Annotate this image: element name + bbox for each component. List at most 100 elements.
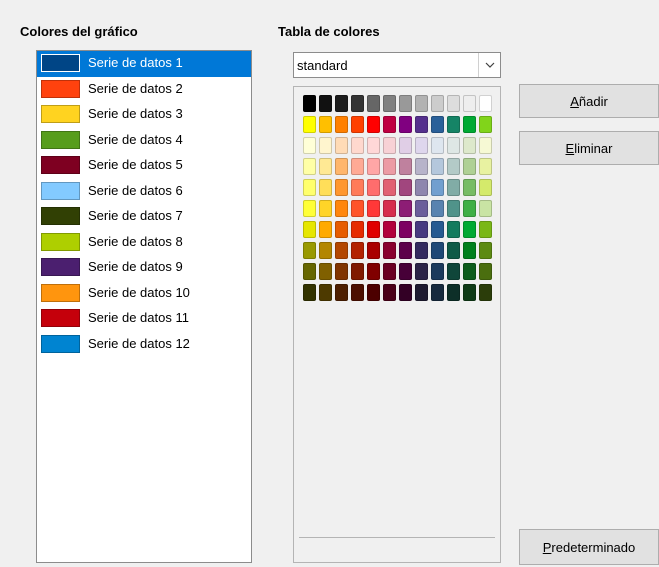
palette-color-cell[interactable]	[351, 137, 364, 154]
palette-color-cell[interactable]	[351, 284, 364, 301]
palette-color-cell[interactable]	[303, 179, 316, 196]
palette-color-cell[interactable]	[399, 242, 412, 259]
palette-color-cell[interactable]	[479, 221, 492, 238]
palette-color-cell[interactable]	[447, 221, 460, 238]
add-button[interactable]: Añadir	[519, 84, 659, 118]
palette-color-cell[interactable]	[367, 95, 380, 112]
palette-color-cell[interactable]	[319, 242, 332, 259]
palette-color-cell[interactable]	[447, 95, 460, 112]
palette-color-cell[interactable]	[335, 116, 348, 133]
palette-color-cell[interactable]	[415, 284, 428, 301]
palette-color-cell[interactable]	[367, 242, 380, 259]
series-list-item[interactable]: Serie de datos 1	[37, 51, 251, 77]
palette-color-cell[interactable]	[335, 95, 348, 112]
series-list-item[interactable]: Serie de datos 12	[37, 332, 251, 358]
palette-color-cell[interactable]	[399, 179, 412, 196]
palette-color-cell[interactable]	[383, 242, 396, 259]
palette-color-cell[interactable]	[367, 221, 380, 238]
palette-color-cell[interactable]	[319, 179, 332, 196]
palette-color-cell[interactable]	[399, 116, 412, 133]
palette-color-cell[interactable]	[415, 116, 428, 133]
palette-color-cell[interactable]	[351, 200, 364, 217]
palette-color-cell[interactable]	[431, 200, 444, 217]
palette-color-cell[interactable]	[351, 221, 364, 238]
palette-color-cell[interactable]	[335, 242, 348, 259]
palette-color-cell[interactable]	[447, 242, 460, 259]
palette-color-cell[interactable]	[463, 137, 476, 154]
palette-color-cell[interactable]	[319, 137, 332, 154]
palette-color-cell[interactable]	[319, 221, 332, 238]
palette-color-cell[interactable]	[463, 200, 476, 217]
palette-color-cell[interactable]	[415, 158, 428, 175]
series-list-item[interactable]: Serie de datos 7	[37, 204, 251, 230]
series-list-item[interactable]: Serie de datos 2	[37, 77, 251, 103]
palette-color-cell[interactable]	[383, 137, 396, 154]
default-button[interactable]: Predeterminado	[519, 529, 659, 565]
palette-color-cell[interactable]	[351, 95, 364, 112]
palette-color-cell[interactable]	[399, 200, 412, 217]
palette-color-cell[interactable]	[351, 263, 364, 280]
palette-color-cell[interactable]	[303, 284, 316, 301]
palette-color-cell[interactable]	[303, 200, 316, 217]
palette-color-cell[interactable]	[383, 284, 396, 301]
series-list-item[interactable]: Serie de datos 8	[37, 230, 251, 256]
palette-color-cell[interactable]	[479, 263, 492, 280]
palette-color-cell[interactable]	[335, 263, 348, 280]
palette-color-cell[interactable]	[415, 242, 428, 259]
palette-color-cell[interactable]	[383, 200, 396, 217]
palette-color-cell[interactable]	[351, 116, 364, 133]
series-list-item[interactable]: Serie de datos 3	[37, 102, 251, 128]
palette-color-cell[interactable]	[479, 200, 492, 217]
palette-color-cell[interactable]	[319, 200, 332, 217]
palette-color-cell[interactable]	[447, 116, 460, 133]
palette-color-cell[interactable]	[399, 263, 412, 280]
palette-color-cell[interactable]	[399, 284, 412, 301]
series-list-item[interactable]: Serie de datos 4	[37, 128, 251, 154]
palette-color-cell[interactable]	[415, 95, 428, 112]
palette-color-cell[interactable]	[335, 200, 348, 217]
palette-color-cell[interactable]	[431, 242, 444, 259]
palette-color-cell[interactable]	[383, 95, 396, 112]
palette-color-cell[interactable]	[479, 179, 492, 196]
palette-color-cell[interactable]	[479, 242, 492, 259]
palette-color-cell[interactable]	[479, 284, 492, 301]
palette-color-cell[interactable]	[463, 116, 476, 133]
palette-color-cell[interactable]	[479, 158, 492, 175]
palette-color-cell[interactable]	[463, 179, 476, 196]
palette-color-cell[interactable]	[447, 263, 460, 280]
palette-color-cell[interactable]	[303, 137, 316, 154]
series-list-item[interactable]: Serie de datos 6	[37, 179, 251, 205]
palette-color-cell[interactable]	[303, 116, 316, 133]
palette-color-cell[interactable]	[351, 158, 364, 175]
palette-color-cell[interactable]	[351, 179, 364, 196]
series-list-item[interactable]: Serie de datos 9	[37, 255, 251, 281]
palette-color-cell[interactable]	[463, 242, 476, 259]
series-list-item[interactable]: Serie de datos 5	[37, 153, 251, 179]
palette-color-cell[interactable]	[335, 179, 348, 196]
series-list-item[interactable]: Serie de datos 11	[37, 306, 251, 332]
palette-color-cell[interactable]	[383, 179, 396, 196]
palette-color-cell[interactable]	[335, 158, 348, 175]
palette-select[interactable]: standard	[293, 52, 501, 78]
palette-color-cell[interactable]	[415, 179, 428, 196]
palette-color-cell[interactable]	[447, 284, 460, 301]
palette-color-cell[interactable]	[319, 158, 332, 175]
palette-color-cell[interactable]	[415, 221, 428, 238]
palette-color-cell[interactable]	[463, 263, 476, 280]
palette-color-cell[interactable]	[383, 221, 396, 238]
palette-color-cell[interactable]	[463, 158, 476, 175]
palette-color-cell[interactable]	[415, 263, 428, 280]
chevron-down-icon[interactable]	[478, 53, 500, 77]
palette-color-cell[interactable]	[335, 137, 348, 154]
palette-color-cell[interactable]	[431, 284, 444, 301]
palette-color-cell[interactable]	[431, 263, 444, 280]
palette-color-cell[interactable]	[319, 263, 332, 280]
chart-colors-list[interactable]: Serie de datos 1 Serie de datos 2 Serie de…	[36, 50, 252, 563]
palette-color-cell[interactable]	[335, 284, 348, 301]
palette-color-cell[interactable]	[303, 158, 316, 175]
palette-color-cell[interactable]	[431, 158, 444, 175]
palette-color-cell[interactable]	[383, 116, 396, 133]
palette-color-cell[interactable]	[415, 137, 428, 154]
palette-color-cell[interactable]	[399, 95, 412, 112]
palette-color-cell[interactable]	[463, 95, 476, 112]
